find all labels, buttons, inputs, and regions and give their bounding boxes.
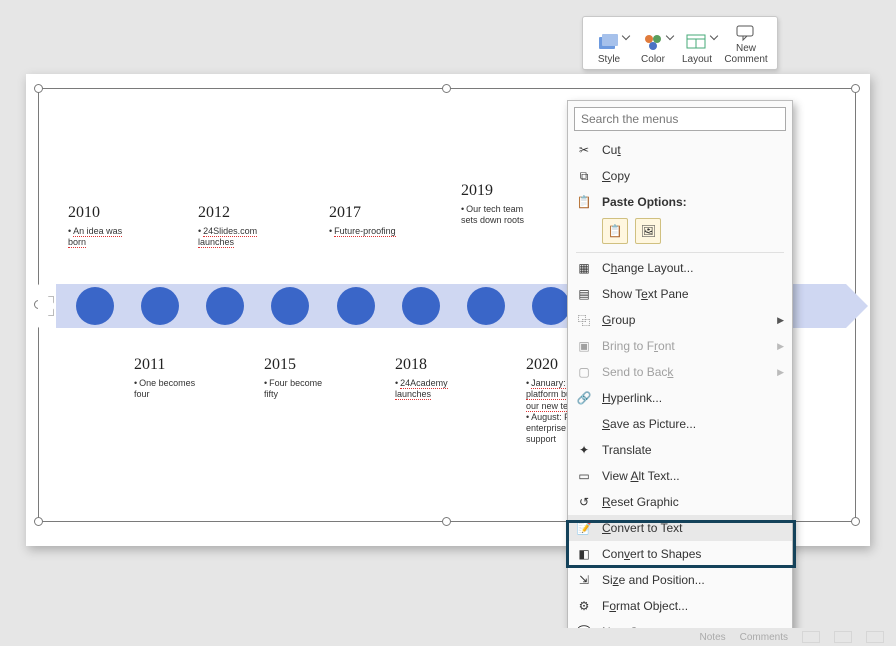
chevron-down-icon <box>710 32 718 40</box>
menu-save-as-picture[interactable]: Save as Picture... <box>568 411 792 437</box>
resize-handle[interactable] <box>851 84 860 93</box>
text-pane-icon: ▤ <box>574 285 594 303</box>
year-label[interactable]: 2018 <box>395 356 427 374</box>
style-icon <box>598 32 620 52</box>
timeline-dot[interactable] <box>271 287 309 325</box>
menu-format-object[interactable]: ⚙ Format Object... <box>568 593 792 619</box>
format-icon: ⚙ <box>574 597 594 615</box>
view-reading-icon[interactable] <box>866 631 884 643</box>
style-button[interactable]: Style <box>587 19 631 67</box>
year-label[interactable]: 2012 <box>198 204 230 222</box>
menu-convert-to-shapes[interactable]: ◧ Convert to Shapes <box>568 541 792 567</box>
menu-bring-to-front: ▣ Bring to Front ▶ <box>568 333 792 359</box>
style-label: Style <box>598 54 620 65</box>
menu-copy[interactable]: ⧉ Copy <box>568 163 792 189</box>
submenu-arrow-icon: ▶ <box>777 341 784 352</box>
menu-size-and-position[interactable]: ⇲ Size and Position... <box>568 567 792 593</box>
color-icon <box>642 32 664 52</box>
submenu-arrow-icon: ▶ <box>777 367 784 378</box>
send-back-icon: ▢ <box>574 363 594 381</box>
timeline-text[interactable]: Our tech team sets down roots <box>461 204 529 227</box>
timeline-text[interactable]: Four become fifty <box>264 378 332 401</box>
timeline-text[interactable]: 24Academy launches <box>395 378 463 401</box>
timeline-dot[interactable] <box>76 287 114 325</box>
timeline-text[interactable]: 24Slides.com launches <box>198 226 266 249</box>
resize-handle[interactable] <box>34 517 43 526</box>
menu-reset-graphic[interactable]: ↺ Reset Graphic <box>568 489 792 515</box>
year-label[interactable]: 2011 <box>134 356 165 374</box>
layout-button[interactable]: Layout <box>675 19 719 67</box>
menu-search-input[interactable]: Search the menus <box>574 107 786 131</box>
chevron-down-icon <box>622 32 630 40</box>
smartart-mini-toolbar: Style Color Layout New Comment <box>582 16 778 70</box>
size-icon: ⇲ <box>574 571 594 589</box>
reset-icon: ↺ <box>574 493 594 511</box>
paste-option-picture[interactable]: 🖼 <box>635 218 661 244</box>
color-button[interactable]: Color <box>631 19 675 67</box>
translate-icon: ✦ <box>574 441 594 459</box>
menu-view-alt-text[interactable]: ▭ View Alt Text... <box>568 463 792 489</box>
view-normal-icon[interactable] <box>802 631 820 643</box>
view-sorter-icon[interactable] <box>834 631 852 643</box>
group-icon: ⿻ <box>574 311 594 329</box>
menu-send-to-back: ▢ Send to Back ▶ <box>568 359 792 385</box>
menu-paste-options: 📋 Paste Options: <box>568 189 792 215</box>
comment-icon <box>735 24 757 42</box>
year-label[interactable]: 2019 <box>461 182 493 200</box>
menu-translate[interactable]: ✦ Translate <box>568 437 792 463</box>
paste-icon: 📋 <box>574 193 594 211</box>
menu-change-layout[interactable]: ▦ Change Layout... <box>568 255 792 281</box>
year-label[interactable]: 2010 <box>68 204 100 222</box>
new-comment-button[interactable]: New Comment <box>719 19 773 67</box>
resize-handle[interactable] <box>442 517 451 526</box>
link-icon: 🔗 <box>574 389 594 407</box>
bring-front-icon: ▣ <box>574 337 594 355</box>
alt-text-icon: ▭ <box>574 467 594 485</box>
resize-handle[interactable] <box>442 84 451 93</box>
timeline-dot[interactable] <box>532 287 570 325</box>
timeline-dot[interactable] <box>402 287 440 325</box>
convert-text-icon: 📝 <box>574 519 594 537</box>
menu-group[interactable]: ⿻ Group ▶ <box>568 307 792 333</box>
new-comment-label: New Comment <box>724 44 767 65</box>
timeline-dot[interactable] <box>141 287 179 325</box>
submenu-arrow-icon: ▶ <box>777 315 784 326</box>
timeline-dot[interactable] <box>206 287 244 325</box>
status-comments[interactable]: Comments <box>740 632 788 643</box>
menu-hyperlink[interactable]: 🔗 Hyperlink... <box>568 385 792 411</box>
status-notes[interactable]: Notes <box>700 632 726 643</box>
layout-icon: ▦ <box>574 259 594 277</box>
resize-handle[interactable] <box>34 84 43 93</box>
menu-cut[interactable]: ✂ Cut <box>568 137 792 163</box>
paste-option-dest-theme[interactable]: 📋 <box>602 218 628 244</box>
timeline-text[interactable]: An idea was born <box>68 226 136 249</box>
resize-handle[interactable] <box>851 517 860 526</box>
chevron-down-icon <box>666 32 674 40</box>
status-bar: Notes Comments <box>0 628 896 646</box>
year-label[interactable]: 2015 <box>264 356 296 374</box>
cut-icon: ✂ <box>574 141 594 159</box>
color-label: Color <box>641 54 665 65</box>
timeline-dot[interactable] <box>467 287 505 325</box>
timeline-text[interactable]: One becomes four <box>134 378 202 401</box>
year-label[interactable]: 2017 <box>329 204 361 222</box>
paste-options-row: 📋 🖼 <box>568 215 792 250</box>
timeline-text[interactable]: Future-proofing <box>329 226 397 237</box>
year-label[interactable]: 2020 <box>526 356 558 374</box>
menu-convert-to-text[interactable]: 📝 Convert to Text <box>568 515 792 541</box>
layout-icon <box>686 32 708 52</box>
timeline-dot[interactable] <box>337 287 375 325</box>
layout-label: Layout <box>682 54 712 65</box>
context-menu: Search the menus ✂ Cut ⧉ Copy 📋 Paste Op… <box>567 100 793 646</box>
copy-icon: ⧉ <box>574 167 594 185</box>
convert-shapes-icon: ◧ <box>574 545 594 563</box>
menu-show-text-pane[interactable]: ▤ Show Text Pane <box>568 281 792 307</box>
